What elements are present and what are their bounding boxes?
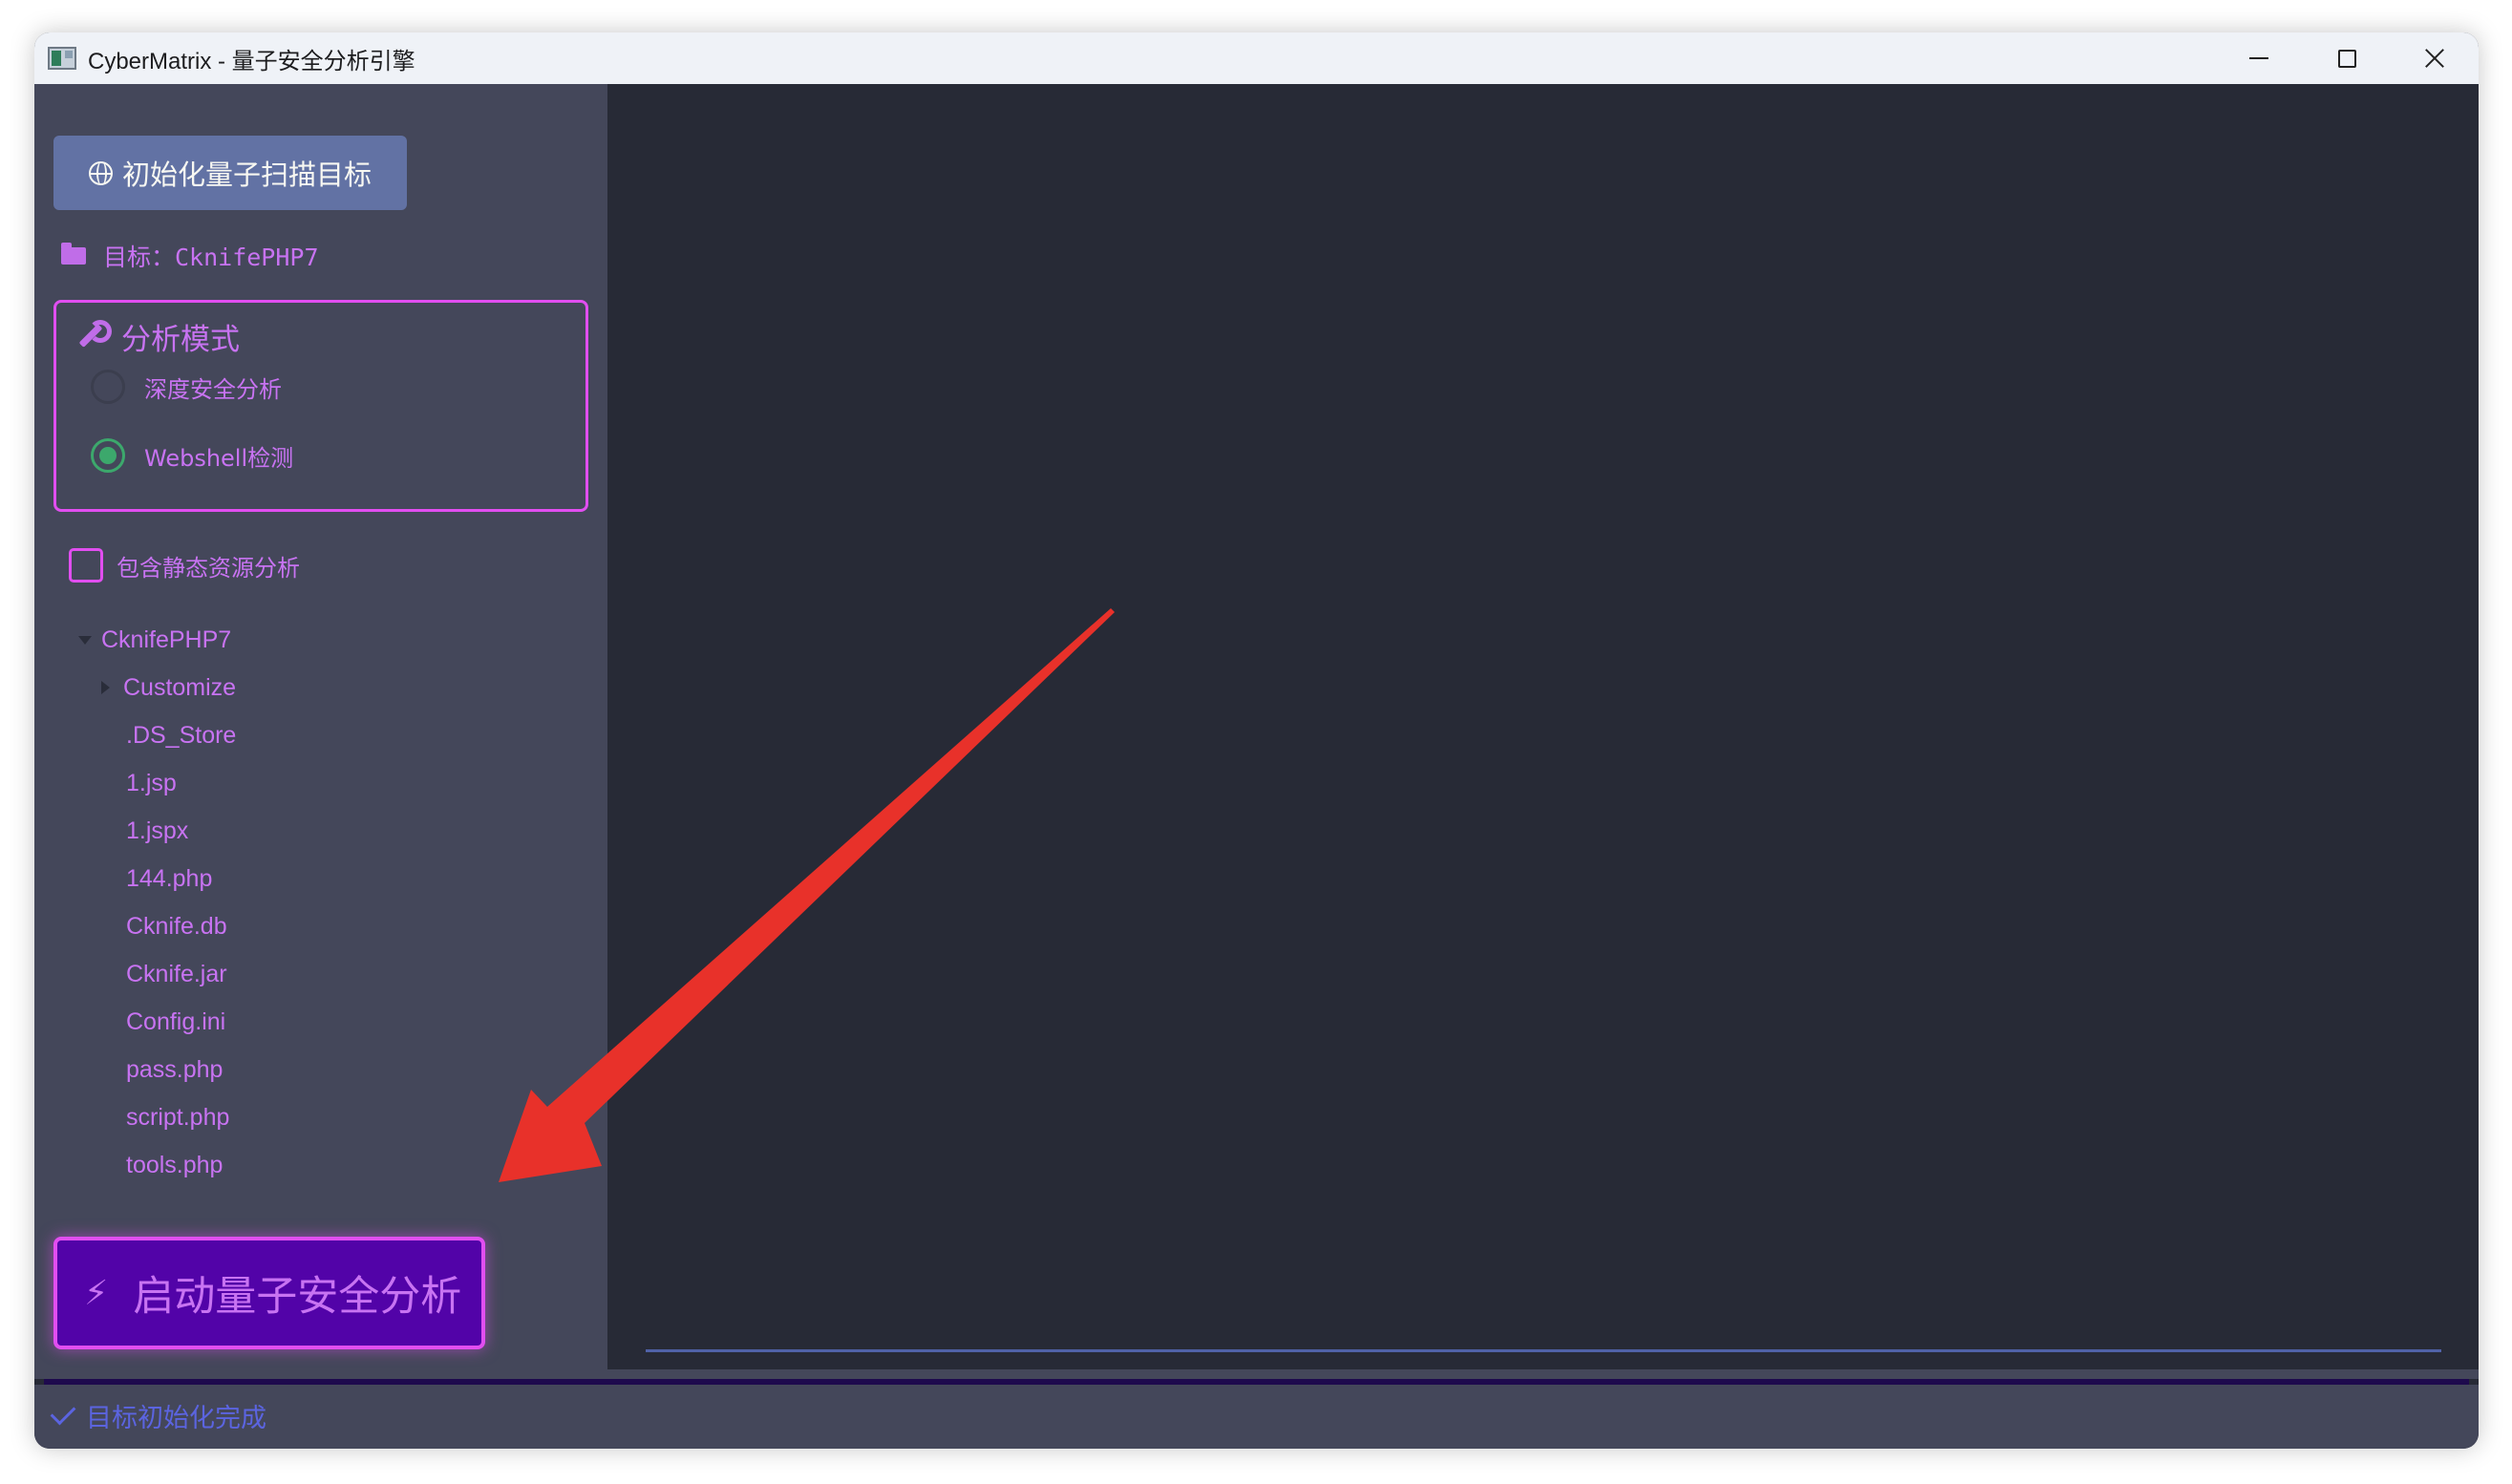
start-analysis-label: 启动量子安全分析 xyxy=(133,1273,462,1321)
status-text: 目标初始化完成 xyxy=(86,1403,266,1433)
tree-item-label: pass.php xyxy=(126,1055,224,1083)
lightning-icon: ⚡ xyxy=(84,1273,109,1313)
analysis-mode-title: 分析模式 xyxy=(72,314,240,358)
tree-file-item[interactable]: 144.php xyxy=(126,858,212,900)
tree-file-item[interactable]: Cknife.jar xyxy=(126,953,227,995)
chevron-right-icon[interactable] xyxy=(101,681,110,694)
progress-line xyxy=(646,1349,2441,1352)
radio-deep-security-analysis[interactable]: 深度安全分析 xyxy=(91,368,282,406)
maximize-button[interactable] xyxy=(2303,32,2391,84)
tree-item-label: script.php xyxy=(126,1103,230,1131)
init-scan-target-label: 初始化量子扫描目标 xyxy=(121,159,372,191)
wrench-icon xyxy=(72,320,112,352)
start-analysis-button[interactable]: ⚡ 启动量子安全分析 xyxy=(53,1237,485,1349)
close-icon xyxy=(2424,48,2445,69)
tree-folder-item[interactable]: Customize xyxy=(101,667,236,709)
target-indicator: 目标：CknifePHP7 xyxy=(61,237,319,275)
radio-label: 深度安全分析 xyxy=(144,375,282,403)
tree-file-item[interactable]: Config.ini xyxy=(126,1001,225,1043)
tree-item-label: Config.ini xyxy=(126,1007,226,1035)
tree-item-label: 1.jspx xyxy=(126,816,189,844)
checkbox[interactable] xyxy=(69,548,103,583)
analysis-mode-group: 分析模式 深度安全分析 Webshell检测 xyxy=(53,300,588,512)
tree-file-item[interactable]: script.php xyxy=(126,1096,229,1138)
tree-item-label: CknifePHP7 xyxy=(101,625,232,653)
status-strip xyxy=(34,1369,2479,1379)
radio-button[interactable] xyxy=(91,370,125,404)
title-bar: CyberMatrix - 量子安全分析引擎 xyxy=(34,32,2479,84)
tree-file-item[interactable]: 1.jspx xyxy=(126,810,188,852)
results-panel xyxy=(607,84,2479,1369)
radio-label: Webshell检测 xyxy=(144,444,294,472)
tree-file-item[interactable]: Cknife.db xyxy=(126,905,227,947)
tree-item-label: Cknife.jar xyxy=(126,960,227,987)
tree-item-label: Customize xyxy=(123,673,237,701)
tree-item-label: tools.php xyxy=(126,1151,224,1178)
init-scan-target-button[interactable]: 初始化量子扫描目标 xyxy=(53,136,407,210)
tree-file-item[interactable]: .DS_Store xyxy=(126,714,236,756)
close-button[interactable] xyxy=(2391,32,2479,84)
window-title: CyberMatrix - 量子安全分析引擎 xyxy=(88,48,415,74)
target-label: 目标：CknifePHP7 xyxy=(103,244,319,271)
status-bar: 目标初始化完成 xyxy=(34,1385,2479,1449)
tree-file-item[interactable]: 1.jsp xyxy=(126,762,177,804)
chevron-down-icon[interactable] xyxy=(78,635,92,645)
radio-webshell-detection[interactable]: Webshell检测 xyxy=(91,436,293,475)
globe-icon xyxy=(88,160,113,185)
include-static-resources-label: 包含静态资源分析 xyxy=(117,554,300,582)
status-message: 目标初始化完成 xyxy=(50,1394,266,1436)
maximize-icon xyxy=(2337,49,2356,68)
check-icon xyxy=(50,1399,76,1426)
tree-item-label: 144.php xyxy=(126,864,213,892)
tree-root-folder[interactable]: CknifePHP7 xyxy=(78,619,231,661)
folder-icon xyxy=(61,243,86,265)
sidebar: 初始化量子扫描目标 目标：CknifePHP7 分析模式 深度安全分析 Webs… xyxy=(34,84,607,1369)
tree-item-label: 1.jsp xyxy=(126,769,177,796)
minimize-button[interactable] xyxy=(2215,32,2303,84)
tree-file-item[interactable]: pass.php xyxy=(126,1049,223,1091)
tree-item-label: .DS_Store xyxy=(126,721,237,749)
analysis-mode-label: 分析模式 xyxy=(121,322,240,357)
app-window: CyberMatrix - 量子安全分析引擎 初始化量子扫描目标 目标：Ckni… xyxy=(34,32,2479,1449)
minimize-icon xyxy=(2249,57,2268,59)
include-static-resources-checkbox[interactable]: 包含静态资源分析 xyxy=(69,546,300,584)
tree-file-item[interactable]: tools.php xyxy=(126,1144,223,1186)
radio-button-selected[interactable] xyxy=(91,438,125,473)
tree-item-label: Cknife.db xyxy=(126,912,227,940)
app-icon xyxy=(48,47,76,70)
